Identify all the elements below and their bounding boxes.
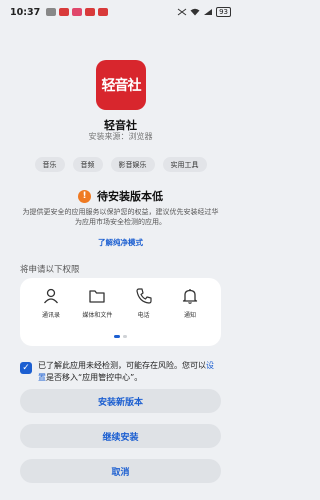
consent-text-before: 已了解此应用未经检测，可能存在风险。您可以 bbox=[38, 361, 206, 370]
consent-text: 已了解此应用未经检测，可能存在风险。您可以设置是否移入“应用管控中心”。 bbox=[38, 360, 221, 384]
signal-icon bbox=[204, 9, 213, 15]
continue-install-button[interactable]: 继续安装 bbox=[20, 424, 221, 448]
exclamation-icon: ! bbox=[78, 189, 91, 203]
status-time: 10:37 bbox=[10, 6, 41, 18]
phone-icon bbox=[136, 288, 152, 304]
status-bar: 10:37 93 bbox=[0, 0, 241, 24]
cancel-button[interactable]: 取消 bbox=[20, 459, 221, 483]
permission-contacts: 通讯录 bbox=[28, 287, 74, 319]
page-indicator bbox=[20, 335, 221, 338]
nfc-icon bbox=[177, 8, 187, 16]
permission-label: 电话 bbox=[137, 312, 150, 319]
risk-consent: ✓ 已了解此应用未经检测，可能存在风险。您可以设置是否移入“应用管控中心”。 bbox=[20, 360, 221, 384]
install-new-version-button[interactable]: 安装新版本 bbox=[20, 389, 221, 413]
bell-icon bbox=[182, 289, 198, 304]
consent-checkbox[interactable]: ✓ bbox=[20, 362, 32, 374]
category-tag: 音乐 bbox=[34, 157, 65, 172]
app-logo: 轻音社 bbox=[96, 60, 146, 110]
warning-title: 待安装版本低 bbox=[97, 190, 163, 203]
battery-icon: 93 bbox=[216, 7, 231, 17]
permission-notifications: 通知 bbox=[167, 287, 213, 319]
consent-text-after: 是否移入“应用管控中心”。 bbox=[46, 373, 143, 382]
notification-icon bbox=[98, 8, 109, 16]
learn-pure-mode-link[interactable]: 了解纯净模式 bbox=[0, 237, 241, 248]
permissions-heading: 将申请以下权限 bbox=[20, 265, 80, 275]
page-dot-active bbox=[114, 335, 120, 338]
warning-header: ! 待安装版本低 bbox=[0, 188, 241, 204]
notification-icon bbox=[72, 8, 83, 16]
category-tag: 实用工具 bbox=[162, 157, 207, 172]
person-icon bbox=[43, 288, 59, 304]
category-tag: 音频 bbox=[72, 157, 103, 172]
page-dot bbox=[123, 335, 127, 338]
install-source: 安装来源：浏览器 bbox=[88, 132, 153, 141]
wifi-icon bbox=[190, 8, 200, 16]
category-tag: 影音娱乐 bbox=[110, 157, 155, 172]
folder-icon bbox=[89, 290, 105, 303]
permission-phone: 电话 bbox=[121, 287, 167, 319]
permission-label: 通讯录 bbox=[41, 312, 60, 319]
status-indicators: 93 bbox=[177, 7, 231, 17]
permission-media-files: 媒体和文件 bbox=[74, 287, 120, 319]
notification-icon bbox=[59, 8, 70, 16]
notification-icon bbox=[46, 8, 57, 16]
permission-label: 通知 bbox=[183, 312, 196, 319]
notification-icon bbox=[85, 8, 96, 16]
permission-label: 媒体和文件 bbox=[82, 312, 113, 319]
warning-description: 为提供更安全的应用服务以保护您的权益，建议优先安装经过华为应用市场安全检测的应用… bbox=[22, 208, 219, 226]
permissions-card[interactable]: 通讯录 媒体和文件 电话 通知 bbox=[20, 278, 221, 346]
category-tags: 音乐 音频 影音娱乐 实用工具 bbox=[0, 157, 241, 172]
